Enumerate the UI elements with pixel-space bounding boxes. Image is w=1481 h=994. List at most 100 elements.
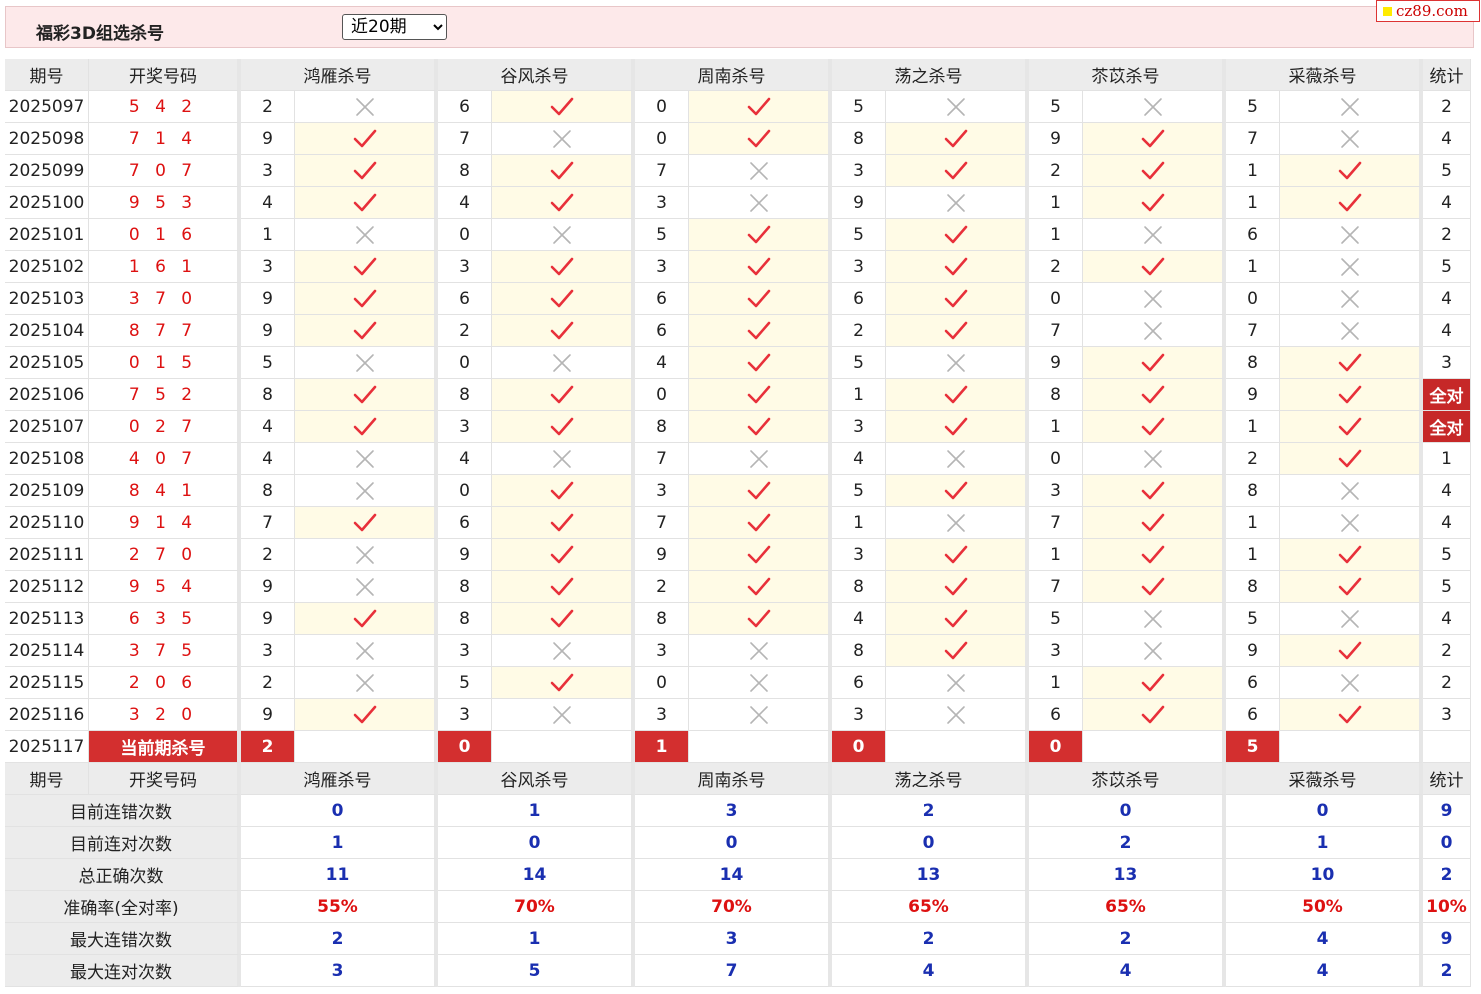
check-icon: [353, 513, 376, 531]
correct-mark-cell: [886, 123, 1029, 155]
winning-number-cell: 9 5 3: [89, 187, 241, 219]
period-range-select[interactable]: 近20期: [342, 14, 447, 40]
kill-number-cell: 7: [1029, 315, 1083, 347]
table-row: 2025104 8 7 79 2 6 2 7 7 4: [5, 315, 1471, 347]
check-icon: [353, 417, 376, 435]
kill-number-cell: 6: [1029, 699, 1083, 731]
kill-number-cell: 1: [1226, 507, 1280, 539]
stats-value: 50%: [1226, 891, 1423, 923]
table-row: 2025112 9 5 49 8 2 8 7 8 5: [5, 571, 1471, 603]
stats-label: 总正确次数: [5, 859, 241, 891]
cross-icon: [1340, 225, 1359, 244]
stats-value: 2: [241, 923, 438, 955]
table-row: 2025103 3 7 09 6 6 6 0 0 4: [5, 283, 1471, 315]
kill-number-cell: 5: [1226, 603, 1280, 635]
kill-number-cell: 3: [438, 699, 492, 731]
wrong-mark-cell: [1280, 315, 1423, 347]
check-icon: [550, 97, 573, 115]
kill-number-table: 期号 开奖号码 鸿雁杀号 谷风杀号 周南杀号 荡之杀号 苶苡杀号 采薇杀号 统计 2025097 5…: [5, 59, 1471, 987]
correct-mark-cell: [1083, 667, 1226, 699]
check-icon: [1141, 481, 1164, 499]
correct-mark-cell: [492, 475, 635, 507]
wrong-mark-cell: [1280, 603, 1423, 635]
correct-mark-cell: [295, 603, 438, 635]
table-row: 2025108 4 0 74474021: [5, 443, 1471, 475]
check-icon: [747, 417, 770, 435]
winning-number-cell: 9 1 4: [89, 507, 241, 539]
kill-number-cell: 0: [438, 347, 492, 379]
kill-number-cell: 8: [1226, 347, 1280, 379]
stats-label: 目前连对次数: [5, 827, 241, 859]
check-icon: [747, 321, 770, 339]
column-header-expert: 谷风杀号: [438, 763, 635, 795]
wrong-mark-cell: [886, 699, 1029, 731]
wrong-mark-cell: [295, 635, 438, 667]
cross-icon: [1143, 225, 1162, 244]
period-cell: 2025106: [5, 379, 89, 411]
correct-mark-cell: [689, 315, 832, 347]
kill-number-cell: 8: [438, 379, 492, 411]
check-icon: [1338, 417, 1361, 435]
count-cell: 5: [1423, 251, 1471, 283]
stats-value: 1: [438, 923, 635, 955]
correct-mark-cell: [1280, 379, 1423, 411]
empty-mark-cell: [1083, 731, 1226, 763]
correct-mark-cell: [492, 187, 635, 219]
check-icon: [747, 257, 770, 275]
winning-number-cell: 0 1 5: [89, 347, 241, 379]
site-brand[interactable]: cz89.com: [1376, 0, 1480, 22]
winning-number-cell: 0 2 7: [89, 411, 241, 443]
column-header-expert: 鸿雁杀号: [241, 59, 438, 91]
stats-value: 7: [635, 955, 832, 987]
wrong-mark-cell: [886, 187, 1029, 219]
current-kill-number: 2: [241, 731, 295, 763]
wrong-mark-cell: [1280, 507, 1423, 539]
check-icon: [1338, 385, 1361, 403]
kill-number-cell: 2: [1029, 251, 1083, 283]
kill-number-cell: 6: [1226, 699, 1280, 731]
kill-number-cell: 3: [1029, 475, 1083, 507]
table-row: 2025109 8 4 18035384: [5, 475, 1471, 507]
check-icon: [550, 257, 573, 275]
column-header-expert: 鸿雁杀号: [241, 763, 438, 795]
kill-number-cell: 3: [832, 539, 886, 571]
kill-number-cell: 3: [1029, 635, 1083, 667]
stats-row: 准确率(全对率) 55% 70% 70% 65% 65% 50% 10%: [5, 891, 1471, 923]
kill-number-cell: 0: [1226, 283, 1280, 315]
kill-number-cell: 3: [832, 411, 886, 443]
check-icon: [550, 289, 573, 307]
column-header-expert: 周南杀号: [635, 763, 832, 795]
check-icon: [550, 161, 573, 179]
kill-number-cell: 2: [635, 571, 689, 603]
cross-icon: [749, 161, 768, 180]
wrong-mark-cell: [1280, 91, 1423, 123]
check-icon: [1141, 257, 1164, 275]
check-icon: [944, 481, 967, 499]
stats-value: 0: [241, 795, 438, 827]
correct-mark-cell: [886, 571, 1029, 603]
kill-number-cell: 0: [1029, 443, 1083, 475]
kill-number-cell: 8: [438, 603, 492, 635]
kill-number-cell: 2: [832, 315, 886, 347]
column-header-period: 期号: [5, 59, 89, 91]
cross-icon: [946, 193, 965, 212]
kill-number-cell: 1: [1226, 251, 1280, 283]
cross-icon: [1143, 289, 1162, 308]
kill-number-cell: 6: [832, 667, 886, 699]
column-header-expert: 周南杀号: [635, 59, 832, 91]
kill-number-cell: 0: [1029, 283, 1083, 315]
cross-icon: [1340, 481, 1359, 500]
table-row: 2025098 7 1 49708974: [5, 123, 1471, 155]
correct-mark-cell: [689, 91, 832, 123]
period-cell: 2025103: [5, 283, 89, 315]
stats-row: 目前连对次数 1 0 0 0 2 1 0: [5, 827, 1471, 859]
kill-number-cell: 9: [438, 539, 492, 571]
correct-mark-cell: [689, 347, 832, 379]
wrong-mark-cell: [295, 539, 438, 571]
table-row: 2025099 7 0 73873215: [5, 155, 1471, 187]
winning-number-cell: 6 3 5: [89, 603, 241, 635]
correct-mark-cell: [689, 603, 832, 635]
stats-value: 0: [1029, 795, 1226, 827]
empty-mark-cell: [1280, 731, 1423, 763]
correct-mark-cell: [886, 219, 1029, 251]
